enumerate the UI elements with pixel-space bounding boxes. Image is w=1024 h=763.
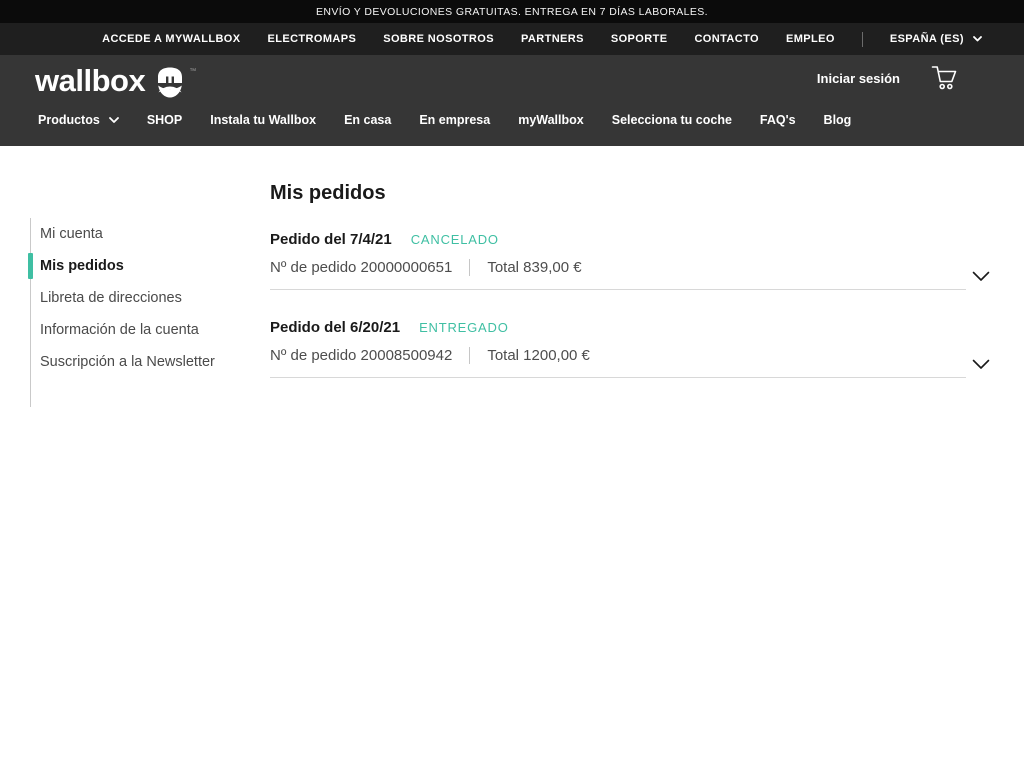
order-summary: Pedido del 7/4/21 CANCELADO Nº de pedido… — [270, 231, 966, 290]
nav-item-en-empresa[interactable]: En empresa — [419, 113, 490, 127]
cart-button[interactable] — [931, 64, 958, 96]
main-header: wallbox ™ Iniciar sesión Productos — [0, 55, 1024, 146]
chevron-down-icon — [972, 271, 990, 282]
chevron-down-icon — [973, 36, 982, 42]
announcement-bar: ENVÍO Y DEVOLUCIONES GRATUITAS. ENTREGA … — [0, 0, 1024, 23]
sidebar-item-mi-cuenta[interactable]: Mi cuenta — [31, 218, 230, 250]
utility-nav-soporte[interactable]: SOPORTE — [611, 33, 668, 45]
utility-nav-divider — [862, 32, 863, 47]
utility-nav-partners[interactable]: PARTNERS — [521, 33, 584, 45]
wallbox-mascot-icon — [155, 66, 185, 104]
sidebar-item-informacion-de-la-cuenta[interactable]: Información de la cuenta — [31, 314, 230, 346]
utility-nav-electromaps[interactable]: ELECTROMAPS — [267, 33, 356, 45]
locale-label: ESPAÑA (ES) — [890, 33, 964, 45]
logo-trademark: ™ — [189, 68, 196, 75]
order-number: Nº de pedido 20000000651 — [270, 259, 452, 276]
order-status-badge: CANCELADO — [411, 232, 499, 247]
order-date: Pedido del 7/4/21 — [270, 231, 392, 248]
sidebar-item-libreta-de-direcciones[interactable]: Libreta de direcciones — [31, 282, 230, 314]
order-expand-button[interactable] — [972, 271, 990, 282]
chevron-down-icon — [109, 113, 119, 127]
chevron-down-icon — [972, 359, 990, 370]
order-expand-button[interactable] — [972, 359, 990, 370]
account-sidebar: Mi cuenta Mis pedidos Libreta de direcci… — [30, 218, 230, 407]
order-divider — [469, 347, 470, 364]
logo-wordmark: wallbox — [35, 64, 145, 98]
login-link[interactable]: Iniciar sesión — [817, 71, 900, 86]
nav-item-productos[interactable]: Productos — [38, 113, 119, 127]
content-area: Mi cuenta Mis pedidos Libreta de direcci… — [0, 146, 1024, 407]
sidebar-item-suscripcion-newsletter[interactable]: Suscripción a la Newsletter — [31, 346, 230, 378]
order-row: Pedido del 7/4/21 CANCELADO Nº de pedido… — [270, 231, 990, 290]
cart-icon — [931, 81, 958, 96]
utility-nav-contacto[interactable]: CONTACTO — [694, 33, 759, 45]
order-summary: Pedido del 6/20/21 ENTREGADO Nº de pedid… — [270, 319, 966, 378]
order-divider — [469, 259, 470, 276]
utility-nav-accede-mywallbox[interactable]: ACCEDE A MYWALLBOX — [102, 33, 240, 45]
page-title: Mis pedidos — [270, 182, 990, 205]
nav-item-mywallbox[interactable]: myWallbox — [518, 113, 584, 127]
nav-item-selecciona-tu-coche[interactable]: Selecciona tu coche — [612, 113, 732, 127]
orders-panel: Mis pedidos Pedido del 7/4/21 CANCELADO … — [270, 182, 990, 407]
locale-selector[interactable]: ESPAÑA (ES) — [890, 33, 982, 45]
nav-item-label: Productos — [38, 113, 100, 127]
nav-item-faqs[interactable]: FAQ's — [760, 113, 796, 127]
order-row: Pedido del 6/20/21 ENTREGADO Nº de pedid… — [270, 319, 990, 378]
order-total: Total 1200,00 € — [487, 347, 590, 364]
utility-nav-empleo[interactable]: EMPLEO — [786, 33, 835, 45]
nav-item-instala-tu-wallbox[interactable]: Instala tu Wallbox — [210, 113, 316, 127]
announcement-text: ENVÍO Y DEVOLUCIONES GRATUITAS. ENTREGA … — [316, 6, 708, 18]
order-status-badge: ENTREGADO — [419, 320, 509, 335]
nav-item-blog[interactable]: Blog — [824, 113, 852, 127]
wallbox-logo[interactable]: wallbox ™ — [35, 64, 196, 104]
nav-item-en-casa[interactable]: En casa — [344, 113, 391, 127]
sidebar-item-mis-pedidos[interactable]: Mis pedidos — [31, 250, 230, 282]
nav-item-shop[interactable]: SHOP — [147, 113, 182, 127]
utility-nav-sobre-nosotros[interactable]: SOBRE NOSOTROS — [383, 33, 494, 45]
utility-nav: ACCEDE A MYWALLBOX ELECTROMAPS SOBRE NOS… — [0, 23, 1024, 55]
order-date: Pedido del 6/20/21 — [270, 319, 400, 336]
order-number: Nº de pedido 20008500942 — [270, 347, 452, 364]
primary-nav: Productos SHOP Instala tu Wallbox En cas… — [38, 113, 851, 127]
order-total: Total 839,00 € — [487, 259, 581, 276]
